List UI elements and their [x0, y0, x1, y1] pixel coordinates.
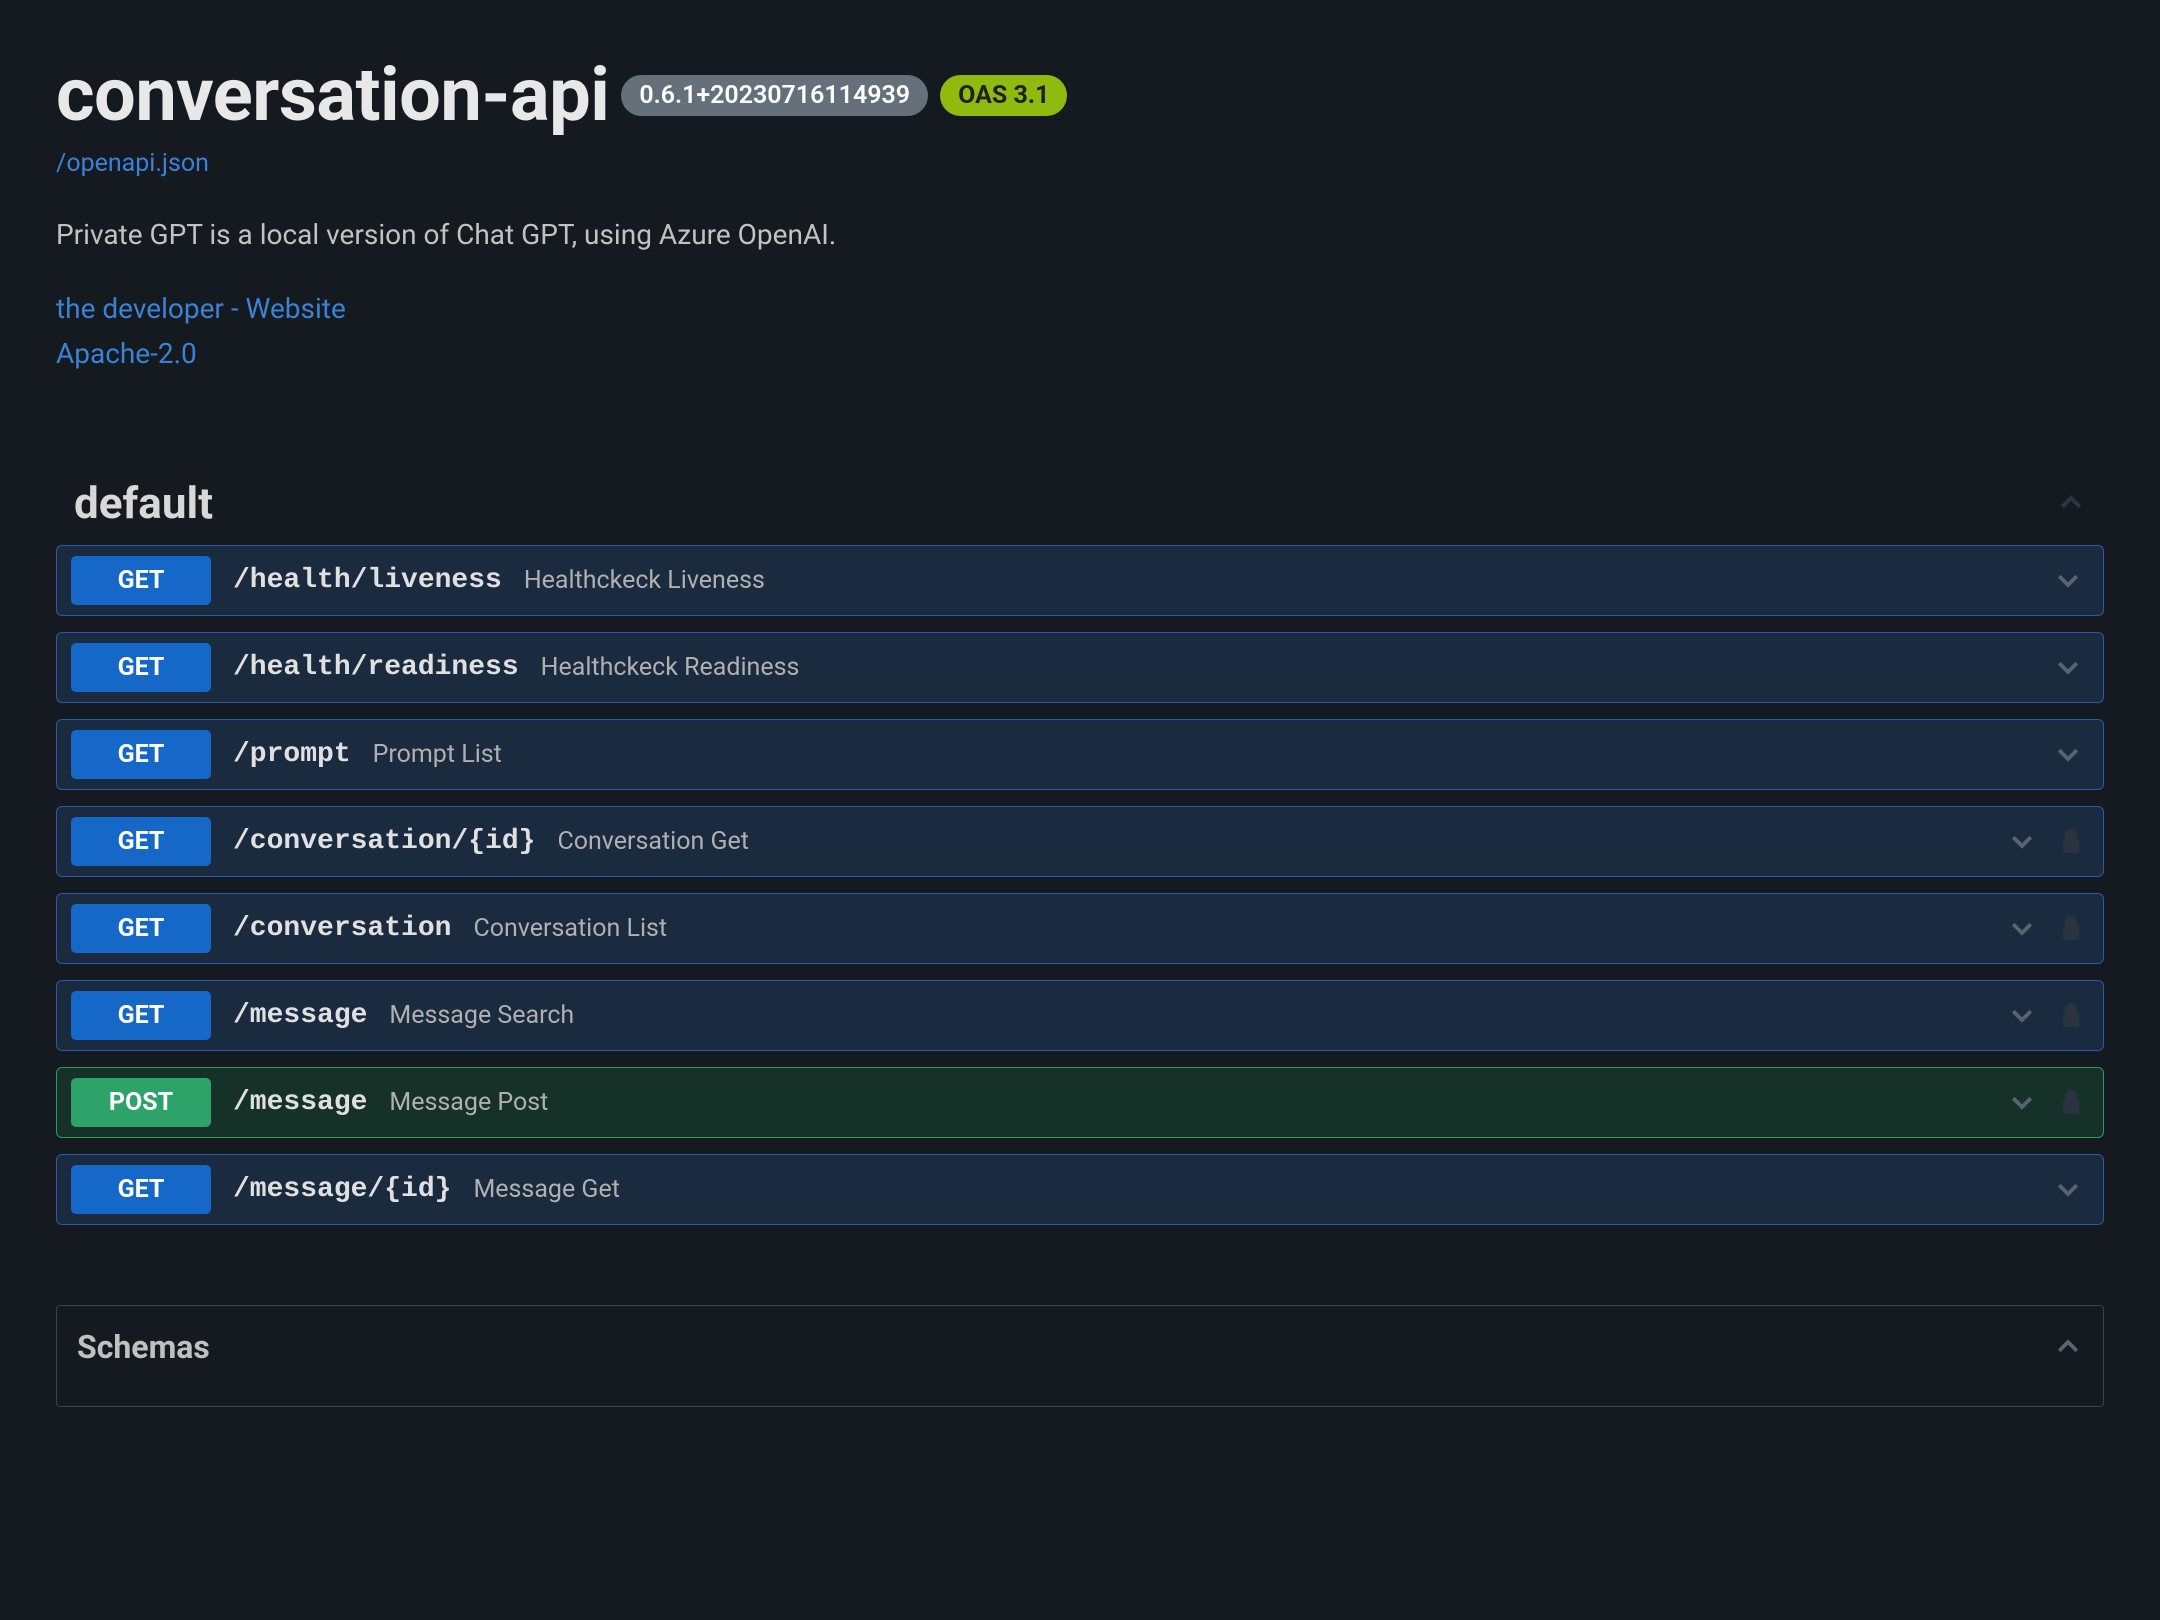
method-badge: GET [71, 730, 211, 779]
chevron-down-icon [2007, 1087, 2037, 1117]
developer-link[interactable]: the developer - Website [56, 287, 2104, 332]
section-title: default [74, 477, 213, 529]
operation-summary: Conversation Get [557, 827, 2007, 856]
method-badge: GET [71, 817, 211, 866]
operation-summary: Message Post [389, 1088, 2007, 1117]
lock-icon [2059, 827, 2083, 855]
api-title: conversation-api [56, 52, 609, 139]
chevron-down-icon [2053, 652, 2083, 682]
chevron-down-icon [2053, 1174, 2083, 1204]
oas-version-badge: OAS 3.1 [940, 75, 1067, 116]
operation-summary: Healthckeck Liveness [524, 566, 2053, 595]
schemas-section-header[interactable]: Schemas [56, 1305, 2104, 1407]
api-description: Private GPT is a local version of Chat G… [56, 218, 2104, 251]
operation-row[interactable]: GET/health/liveness Healthckeck Liveness [56, 545, 2104, 616]
chevron-up-icon [2053, 1332, 2083, 1362]
method-badge: POST [71, 1078, 211, 1127]
openapi-spec-link[interactable]: /openapi.json [56, 149, 209, 178]
operation-path: /message [233, 1087, 367, 1118]
operation-path: /conversation [233, 913, 451, 944]
operation-summary: Conversation List [473, 914, 2007, 943]
method-badge: GET [71, 556, 211, 605]
operation-row[interactable]: GET/health/readiness Healthckeck Readines… [56, 632, 2104, 703]
operation-summary: Healthckeck Readiness [541, 653, 2053, 682]
section-header-default[interactable]: default [56, 477, 2104, 545]
chevron-down-icon [2007, 913, 2037, 943]
method-badge: GET [71, 904, 211, 953]
operation-row[interactable]: GET/message Message Search [56, 980, 2104, 1051]
chevron-down-icon [2053, 565, 2083, 595]
method-badge: GET [71, 991, 211, 1040]
license-link[interactable]: Apache-2.0 [56, 332, 2104, 377]
operation-row[interactable]: POST/message Message Post [56, 1067, 2104, 1138]
chevron-down-icon [2053, 739, 2083, 769]
operation-path: /message/{id} [233, 1174, 451, 1205]
operation-path: /message [233, 1000, 367, 1031]
operation-row[interactable]: GET/conversation Conversation List [56, 893, 2104, 964]
operation-path: /conversation/{id} [233, 826, 535, 857]
operation-summary: Message Get [473, 1175, 2053, 1204]
method-badge: GET [71, 1165, 211, 1214]
schemas-title: Schemas [77, 1328, 210, 1366]
operation-row[interactable]: GET/prompt Prompt List [56, 719, 2104, 790]
version-badge: 0.6.1+20230716114939 [621, 75, 928, 116]
operation-summary: Prompt List [373, 740, 2053, 769]
chevron-up-icon [2056, 488, 2086, 518]
operation-path: /prompt [233, 739, 351, 770]
operation-row[interactable]: GET/message/{id} Message Get [56, 1154, 2104, 1225]
operation-row[interactable]: GET/conversation/{id} Conversation Get [56, 806, 2104, 877]
operation-path: /health/readiness [233, 652, 519, 683]
lock-icon [2059, 914, 2083, 942]
chevron-down-icon [2007, 826, 2037, 856]
operation-path: /health/liveness [233, 565, 502, 596]
chevron-down-icon [2007, 1000, 2037, 1030]
lock-icon [2059, 1001, 2083, 1029]
operation-summary: Message Search [389, 1001, 2007, 1030]
method-badge: GET [71, 643, 211, 692]
lock-icon [2059, 1088, 2083, 1116]
